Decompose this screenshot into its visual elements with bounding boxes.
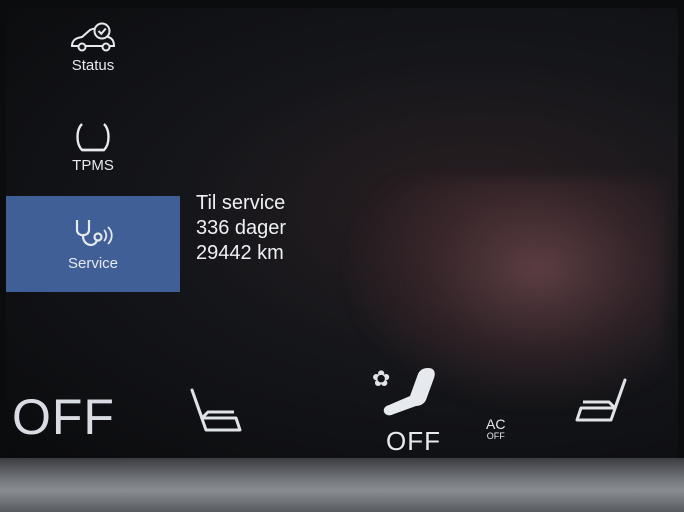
sidebar-item-label: Service bbox=[67, 255, 119, 272]
screen-bezel bbox=[0, 458, 684, 512]
service-days-remaining: 336 dager bbox=[196, 217, 287, 239]
sidebar-item-label: TPMS bbox=[72, 157, 114, 174]
car-check-icon bbox=[66, 20, 120, 54]
service-title: Til service bbox=[196, 192, 286, 214]
sidebar-item-tpms[interactable]: TPMS bbox=[6, 120, 180, 190]
sidebar-item-status[interactable]: Status bbox=[6, 20, 180, 90]
service-info-panel: Til service 336 dager 29442 km bbox=[196, 191, 286, 266]
right-seat-heating-button[interactable] bbox=[571, 376, 631, 431]
seat-active-icon bbox=[383, 368, 435, 416]
sidebar-item-service[interactable]: Service bbox=[6, 196, 180, 292]
tire-pressure-icon bbox=[73, 120, 113, 154]
infotainment-screen: Status TPMS Service Til service 336 dage… bbox=[6, 8, 678, 458]
sidebar-item-label: Status bbox=[71, 57, 115, 74]
service-stethoscope-icon bbox=[69, 216, 117, 252]
ac-status: OFF bbox=[486, 431, 505, 441]
service-distance-remaining: 29442 km bbox=[196, 242, 284, 264]
seat-ventilation-off-label: OFF bbox=[386, 426, 441, 456]
seat-ventilation-button[interactable] bbox=[376, 366, 446, 435]
left-seat-heating-button[interactable] bbox=[186, 386, 246, 441]
ac-button[interactable]: AC OFF bbox=[486, 416, 506, 442]
seat-icon bbox=[575, 378, 627, 422]
side-menu: Status TPMS Service bbox=[6, 8, 180, 328]
left-climate-off-button[interactable]: OFF bbox=[12, 388, 115, 446]
seat-icon bbox=[190, 388, 242, 432]
climate-bar: OFF ✿ OFF AC OFF bbox=[6, 348, 678, 458]
ac-label: AC bbox=[486, 416, 506, 432]
